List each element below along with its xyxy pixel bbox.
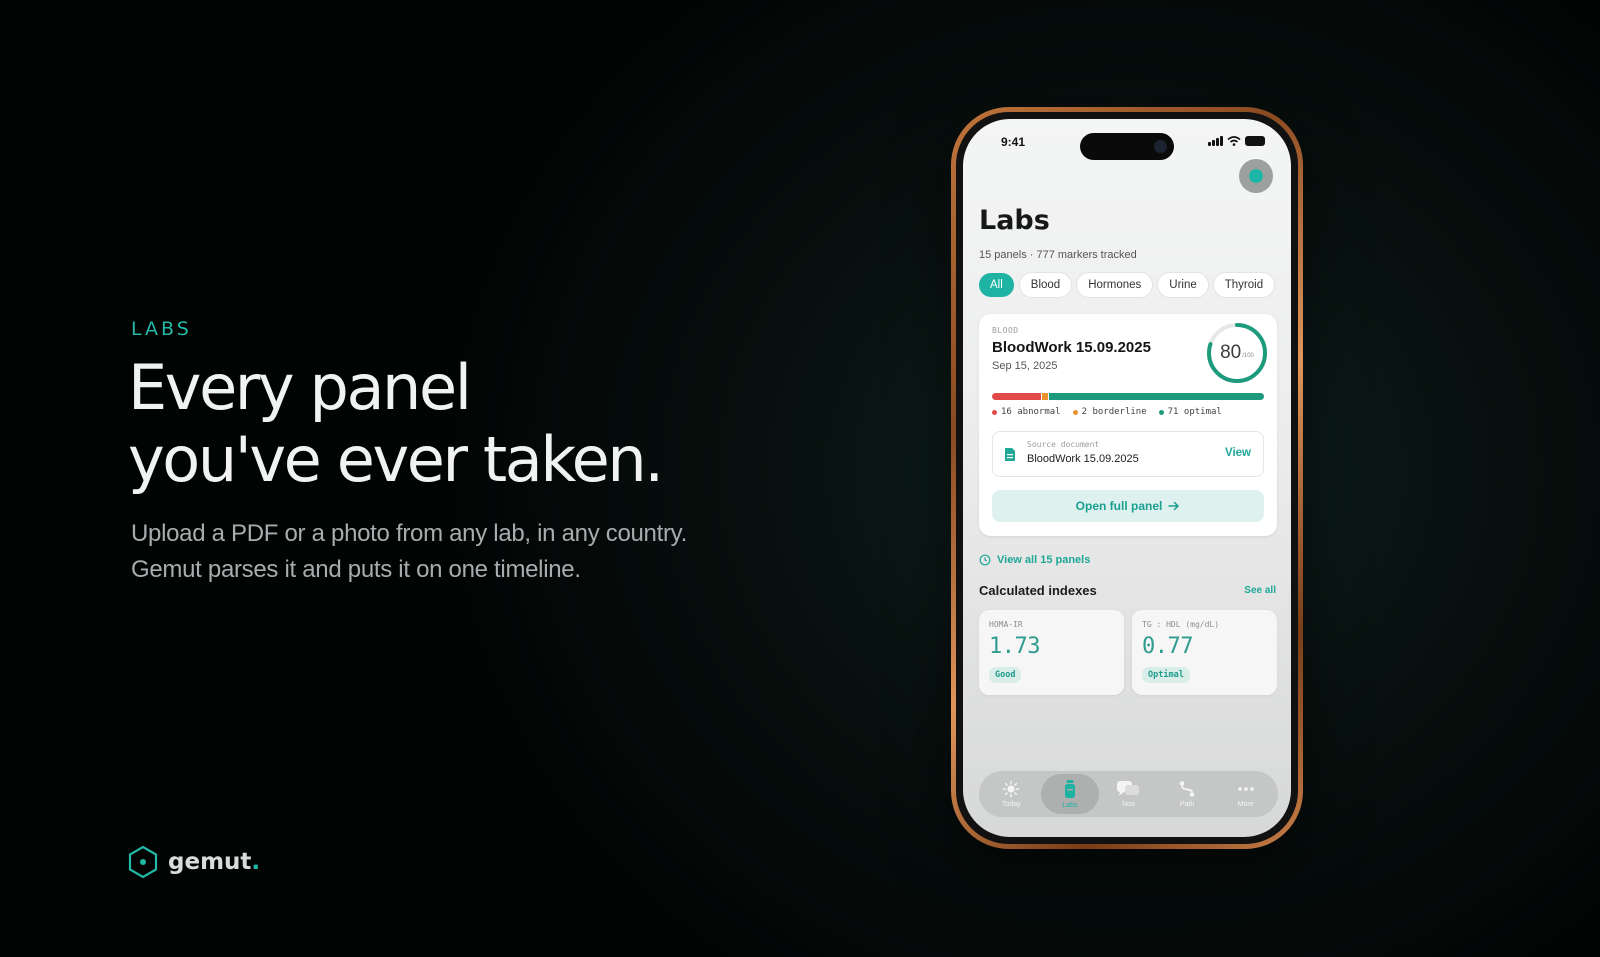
view-all-panels-label: View all 15 panels (997, 554, 1091, 566)
more-icon (1237, 787, 1254, 791)
bar-segment-borderline (1041, 393, 1048, 400)
headline: Every panel you've ever taken. (128, 351, 664, 496)
chat-icon (1117, 781, 1140, 796)
index-card-homa-ir[interactable]: HOMA-IR 1.73 Good (979, 610, 1124, 695)
path-icon (1179, 781, 1195, 797)
brand-name: gemut. (168, 849, 261, 875)
phone-screen: 9:41 Labs 15 panels · 777 markers tracke… (963, 119, 1291, 837)
avatar[interactable] (1239, 159, 1273, 193)
signal-icon (1208, 136, 1223, 146)
bar-segment-abnormal (992, 393, 1041, 400)
panel-card[interactable]: BLOOD BloodWork 15.09.2025 Sep 15, 2025 … (979, 314, 1277, 536)
marker-legend: 16 abnormal 2 borderline 71 optimal (992, 407, 1222, 417)
source-document[interactable]: Source document BloodWork 15.09.2025 Vie… (992, 431, 1264, 477)
source-label: Source document (1027, 440, 1100, 449)
panel-title: BloodWork 15.09.2025 (992, 339, 1151, 356)
page-title: Labs (979, 205, 1050, 236)
tab-path[interactable]: Path (1158, 774, 1217, 814)
tab-today[interactable]: Today (982, 774, 1041, 814)
tab-more[interactable]: More (1216, 774, 1275, 814)
index-status-badge: Good (989, 667, 1022, 683)
open-full-panel-label: Open full panel (1075, 499, 1163, 513)
view-all-panels-link[interactable]: View all 15 panels (979, 554, 1090, 566)
subheadline-line-2: Gemut parses it and puts it on one timel… (131, 556, 581, 583)
status-icons (1208, 136, 1265, 146)
marker-status-bar (992, 393, 1264, 400)
subheadline: Upload a PDF or a photo from any lab, in… (131, 516, 687, 588)
legend-optimal: 71 optimal (1158, 407, 1222, 417)
score-max: /100 (1242, 353, 1254, 359)
see-all-indexes-link[interactable]: See all (1244, 585, 1276, 596)
filter-chip-hormones[interactable]: Hormones (1077, 273, 1153, 297)
page-meta: 15 panels · 777 markers tracked (979, 249, 1137, 261)
vial-icon (1064, 780, 1075, 798)
filter-chip-all[interactable]: All (979, 273, 1014, 297)
status-time: 9:41 (1001, 135, 1026, 149)
score-value: 80 (1220, 342, 1242, 363)
tab-labs[interactable]: Labs (1040, 774, 1100, 814)
filter-chips: All Blood Hormones Urine Thyroid (979, 273, 1275, 297)
tab-path-label: Path (1179, 801, 1195, 808)
brand-logo: gemut. (128, 845, 260, 879)
phone-mockup: 9:41 Labs 15 panels · 777 markers tracke… (951, 107, 1303, 849)
headline-line-2: you've ever taken. (128, 423, 664, 496)
section-eyebrow: LABS (131, 318, 192, 340)
index-value: 1.73 (989, 634, 1040, 659)
hexagon-logo-icon (128, 845, 158, 879)
panel-category: BLOOD (992, 326, 1019, 335)
filter-chip-blood[interactable]: Blood (1019, 273, 1072, 297)
tab-labs-label: Labs (1062, 802, 1078, 809)
legend-borderline: 2 borderline (1072, 407, 1147, 417)
history-icon (979, 554, 991, 566)
headline-line-1: Every panel (128, 351, 472, 424)
filter-chip-urine[interactable]: Urine (1158, 273, 1208, 297)
index-card-tg-hdl[interactable]: TG : HDL (mg/dL) 0.77 Optimal (1132, 610, 1277, 695)
index-name: HOMA-IR (989, 620, 1023, 629)
source-name: BloodWork 15.09.2025 (1027, 453, 1139, 465)
index-status-badge: Optimal (1142, 667, 1190, 683)
tab-bar: Today Labs Noa Path More (979, 771, 1278, 817)
tab-noa-label: Noa (1122, 801, 1135, 808)
indexes-section-title: Calculated indexes (979, 583, 1097, 598)
wifi-icon (1227, 136, 1241, 146)
tab-today-label: Today (1001, 801, 1021, 808)
tab-noa[interactable]: Noa (1099, 774, 1158, 814)
panel-date: Sep 15, 2025 (992, 360, 1058, 372)
bar-segment-optimal (1048, 393, 1264, 400)
view-source-button[interactable]: View (1225, 447, 1251, 459)
battery-icon (1245, 136, 1265, 146)
sun-icon (1003, 780, 1020, 798)
dynamic-island (1080, 133, 1174, 160)
open-full-panel-button[interactable]: Open full panel (992, 490, 1264, 522)
subheadline-line-1: Upload a PDF or a photo from any lab, in… (131, 520, 687, 547)
arrow-right-icon (1168, 501, 1180, 511)
index-value: 0.77 (1142, 634, 1193, 659)
document-icon (1005, 448, 1015, 461)
tab-more-label: More (1237, 801, 1254, 808)
score-ring: 80/100 (1205, 321, 1269, 385)
legend-abnormal: 16 abnormal (992, 407, 1061, 417)
filter-chip-thyroid[interactable]: Thyroid (1213, 273, 1275, 297)
index-name: TG : HDL (mg/dL) (1142, 620, 1220, 629)
